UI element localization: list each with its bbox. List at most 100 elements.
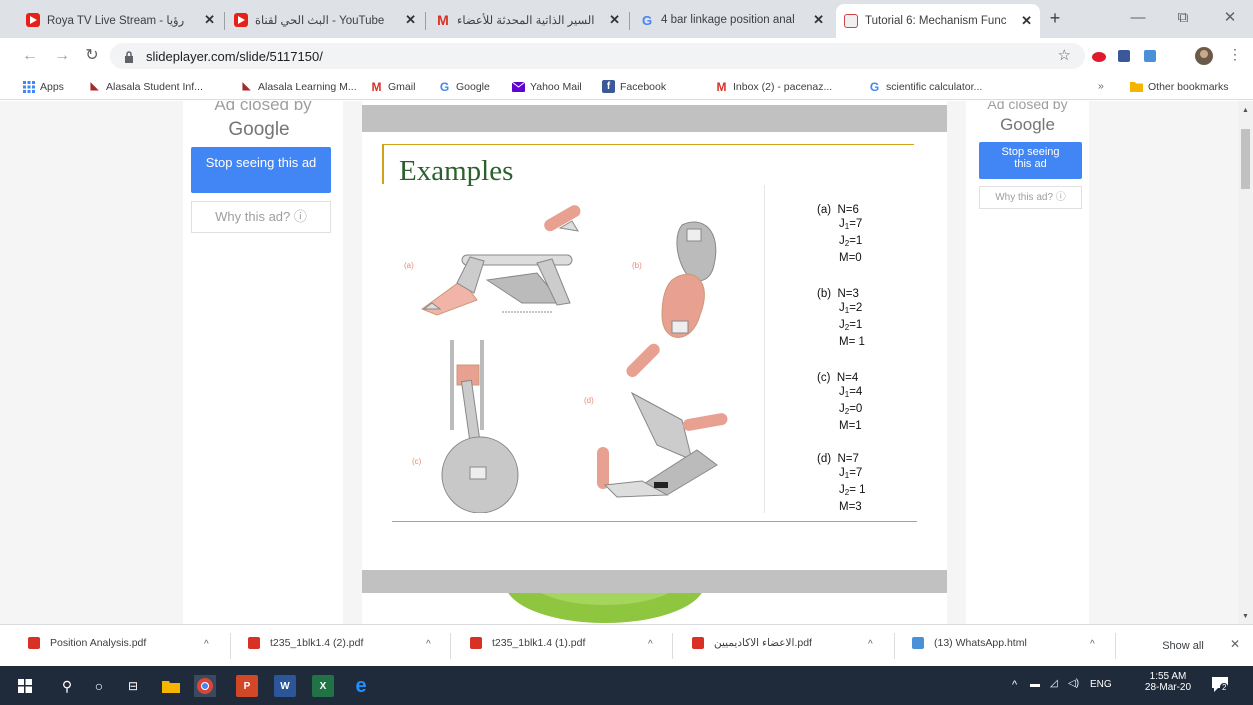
browser-toolbar: ← → ↻ slideplayer.com/slide/5117150/ ☆ ⋮ <box>0 38 1253 74</box>
bookmark-gmail[interactable]: M Gmail <box>370 80 416 94</box>
maximize-button[interactable]: ⧉ <box>1163 6 1203 30</box>
left-ad-panel: Ad closed by Google Stop seeing this ad … <box>183 101 343 624</box>
example-m: M=1 <box>839 420 862 432</box>
close-window-button[interactable]: ✕ <box>1210 6 1250 30</box>
bookmarks-overflow-button[interactable]: » <box>1098 80 1104 92</box>
extension-icon[interactable] <box>1143 49 1157 68</box>
example-j2: 0 <box>855 403 863 415</box>
star-icon[interactable]: ☆ <box>1058 46 1071 64</box>
file-explorer-icon[interactable] <box>160 675 182 697</box>
google-icon: G <box>439 79 450 94</box>
download-item[interactable]: الاعضاء الاكاديميين.pdf <box>692 637 812 649</box>
pdf-file-icon <box>248 637 260 649</box>
download-menu-chevron-icon[interactable]: ^ <box>868 639 873 650</box>
bookmark-scientific-calculator[interactable]: G scientific calculator... <box>868 80 982 94</box>
download-menu-chevron-icon[interactable]: ^ <box>204 639 209 650</box>
html-file-icon <box>912 637 924 649</box>
bookmarks-bar: Apps ◣ Alasala Student Inf... ◣ Alasala … <box>0 74 1253 100</box>
chrome-icon[interactable] <box>194 675 216 697</box>
tab-tutorial-6[interactable]: Tutorial 6: Mechanism Func ✕ <box>836 4 1040 38</box>
bookmark-alasala-student[interactable]: ◣ Alasala Student Inf... <box>88 80 203 93</box>
gmail-icon: M <box>437 12 449 28</box>
download-filename: الاعضاء الاكاديميين.pdf <box>714 637 812 649</box>
task-view-icon[interactable]: ⊟ <box>122 675 144 697</box>
bookmark-yahoo-mail[interactable]: Yahoo Mail <box>512 80 582 93</box>
scroll-up-icon[interactable]: ▲ <box>1242 107 1249 114</box>
gmail-icon: M <box>716 79 727 94</box>
right-ad-panel: Ad closed by Google Stop seeing this ad … <box>966 101 1089 624</box>
tray-expand-icon[interactable]: ^ <box>1012 679 1017 691</box>
tab-close-icon[interactable]: ✕ <box>405 12 416 28</box>
lock-icon[interactable] <box>124 50 134 68</box>
mechanism-c <box>441 340 519 514</box>
bookmark-inbox[interactable]: M Inbox (2) - pacenaz... <box>715 79 833 94</box>
tab-close-icon[interactable]: ✕ <box>609 12 620 28</box>
powerpoint-icon[interactable]: P <box>236 675 258 697</box>
minimize-button[interactable]: — <box>1118 6 1158 30</box>
profile-avatar[interactable] <box>1195 47 1213 70</box>
download-menu-chevron-icon[interactable]: ^ <box>1090 639 1095 650</box>
tab-title: Roya TV Live Stream - رؤيا <box>47 15 185 27</box>
why-this-ad-button[interactable]: Why this ad? ⓘ <box>191 201 331 233</box>
example-j1: 4 <box>855 386 863 398</box>
download-item[interactable]: (13) WhatsApp.html <box>912 637 1027 649</box>
bookmark-label: Facebook <box>620 80 667 93</box>
download-menu-chevron-icon[interactable]: ^ <box>426 639 431 650</box>
search-icon[interactable]: ⚲ <box>56 675 78 697</box>
mechanism-a <box>420 205 581 316</box>
tab-roya-tv[interactable]: Roya TV Live Stream - رؤيا ✕ <box>18 6 223 34</box>
tab-title: السير الذاتية المحدثة للأعضاء <box>457 15 595 27</box>
scroll-down-icon[interactable]: ▼ <box>1242 613 1249 620</box>
word-icon[interactable]: W <box>274 675 296 697</box>
tab-close-icon[interactable]: ✕ <box>813 12 824 28</box>
download-item[interactable]: Position Analysis.pdf <box>28 637 146 649</box>
language-indicator[interactable]: ENG <box>1090 679 1112 690</box>
close-downloads-bar-button[interactable]: ✕ <box>1230 637 1240 651</box>
windows-taskbar: ⚲ ○ ⊟ P W X e ^ ▬ ◿ ◁) ENG 1:55 AM 28-Ma… <box>0 666 1253 705</box>
page-scrollbar[interactable]: ▲ ▼ <box>1238 101 1253 624</box>
tab-4bar-linkage[interactable]: G 4 bar linkage position anal ✕ <box>632 6 832 34</box>
stop-seeing-ad-button[interactable]: Stop seeing this ad <box>191 147 331 193</box>
slide-divider <box>362 105 947 132</box>
cortana-icon[interactable]: ○ <box>88 675 110 697</box>
bookmark-alasala-learning[interactable]: ◣ Alasala Learning M... <box>240 80 357 93</box>
new-tab-button[interactable]: + <box>1040 6 1070 30</box>
reload-button[interactable]: ↻ <box>82 46 102 66</box>
wifi-icon[interactable]: ◿ <box>1050 678 1058 689</box>
menu-icon[interactable]: ⋮ <box>1228 46 1242 63</box>
bookmark-google[interactable]: G Google <box>438 79 490 94</box>
slideplayer-icon <box>844 14 858 28</box>
clock[interactable]: 1:55 AM 28-Mar-20 <box>1142 671 1194 693</box>
title-rule-vertical <box>382 144 384 184</box>
address-bar[interactable]: slideplayer.com/slide/5117150/ ☆ <box>110 43 1085 69</box>
notification-center-icon[interactable]: 2 <box>1210 674 1232 696</box>
bookmark-facebook[interactable]: f Facebook <box>602 80 666 93</box>
extension-icon[interactable] <box>1092 50 1106 68</box>
tab-close-icon[interactable]: ✕ <box>204 12 215 28</box>
download-item[interactable]: t235_1blk1.4 (2).pdf <box>248 637 363 649</box>
download-menu-chevron-icon[interactable]: ^ <box>648 639 653 650</box>
windows-start-icon[interactable] <box>14 675 36 697</box>
bookmark-apps[interactable]: Apps <box>22 80 64 93</box>
bookmark-other[interactable]: Other bookmarks <box>1130 80 1229 93</box>
forward-button[interactable]: → <box>52 46 72 66</box>
why-this-ad-button[interactable]: Why this ad? ⓘ <box>979 186 1082 209</box>
tab-close-icon[interactable]: ✕ <box>1021 13 1032 29</box>
scroll-thumb[interactable] <box>1241 129 1250 189</box>
stop-seeing-ad-button[interactable]: Stop seeing this ad <box>979 142 1082 179</box>
example-m: M= 1 <box>839 336 865 348</box>
example-n: N=4 <box>836 372 859 384</box>
google-label: Google <box>1000 115 1055 134</box>
volume-icon[interactable]: ◁) <box>1068 678 1079 689</box>
tab-cv-members[interactable]: M السير الذاتية المحدثة للأعضاء ✕ <box>428 6 628 34</box>
tab-youtube-live[interactable]: البث الحي لقناة - YouTube ✕ <box>226 6 424 34</box>
show-all-downloads-button[interactable]: Show all <box>1148 635 1218 657</box>
figure-label-d: (d) <box>584 396 594 405</box>
battery-icon[interactable]: ▬ <box>1030 679 1040 690</box>
excel-icon[interactable]: X <box>312 675 334 697</box>
url-text: slideplayer.com/slide/5117150/ <box>146 49 323 64</box>
download-item[interactable]: t235_1blk1.4 (1).pdf <box>470 637 585 649</box>
edge-icon[interactable]: e <box>350 675 372 697</box>
extension-icon[interactable] <box>1117 49 1131 68</box>
back-button[interactable]: ← <box>20 46 40 66</box>
